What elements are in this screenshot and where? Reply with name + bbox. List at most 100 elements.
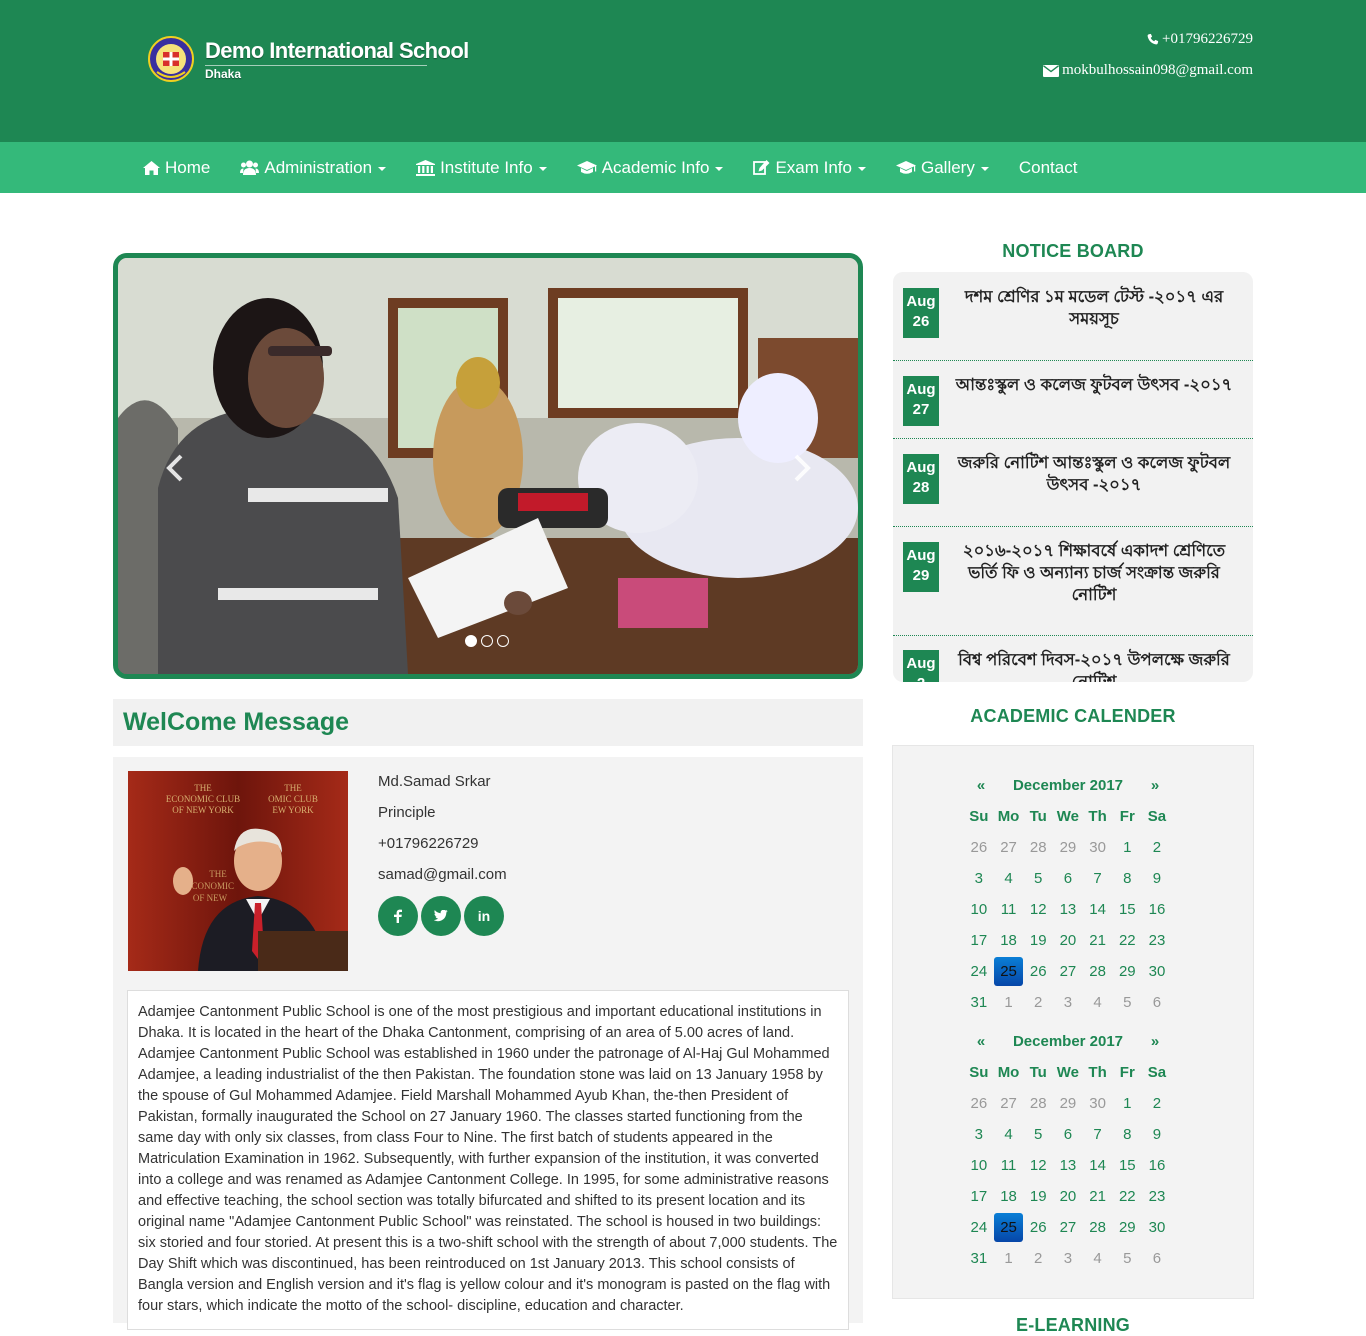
calendar-day[interactable]: 6: [1053, 1126, 1083, 1143]
calendar-day[interactable]: 28: [1083, 963, 1113, 980]
notice-item[interactable]: Aug 2 বিশ্ব পরিবেশ দিবস-২০১৭ উপলক্ষে জরু…: [893, 636, 1253, 682]
calendar-day[interactable]: 29: [1053, 839, 1083, 856]
notice-link[interactable]: ২০১৬-২০১৭ শিক্ষাবর্ষে একাদশ শ্রেণিতে ভর্…: [949, 540, 1239, 606]
calendar-day[interactable]: 28: [1023, 839, 1053, 856]
calendar-day[interactable]: 18: [994, 1188, 1024, 1205]
calendar-day[interactable]: 17: [964, 1188, 994, 1205]
notice-item[interactable]: Aug 26 দশম শ্রেণির ১ম মডেল টেস্ট -২০১৭ এ…: [893, 272, 1253, 361]
carousel-indicator[interactable]: [481, 635, 493, 647]
calendar-next-button[interactable]: »: [1138, 777, 1172, 794]
carousel-indicator[interactable]: [465, 635, 477, 647]
calendar-day[interactable]: 16: [1142, 901, 1172, 918]
calendar-day[interactable]: 12: [1023, 901, 1053, 918]
calendar-day[interactable]: 14: [1083, 901, 1113, 918]
calendar-day[interactable]: 27: [994, 839, 1024, 856]
carousel-next-icon[interactable]: [790, 453, 814, 483]
calendar-day[interactable]: 12: [1023, 1157, 1053, 1174]
calendar-day[interactable]: 30: [1083, 1095, 1113, 1112]
calendar-today[interactable]: 25: [993, 957, 1024, 986]
image-carousel[interactable]: [113, 253, 863, 679]
calendar-day[interactable]: 7: [1083, 870, 1113, 887]
calendar-day[interactable]: 23: [1142, 932, 1172, 949]
calendar-day[interactable]: 29: [1053, 1095, 1083, 1112]
calendar-prev-button[interactable]: «: [964, 777, 998, 794]
calendar-day[interactable]: 9: [1142, 1126, 1172, 1143]
calendar-day[interactable]: 27: [1053, 1219, 1083, 1236]
notice-item[interactable]: Aug 27 আন্তঃস্কুল ও কলেজ ফুটবল উৎসব -২০১…: [893, 361, 1253, 439]
calendar-day[interactable]: 30: [1083, 839, 1113, 856]
calendar-day[interactable]: 16: [1142, 1157, 1172, 1174]
school-name[interactable]: Demo International School: [205, 38, 469, 64]
calendar-day[interactable]: 2: [1142, 1095, 1172, 1112]
calendar-prev-button[interactable]: «: [964, 1033, 998, 1050]
calendar-day[interactable]: 30: [1142, 1219, 1172, 1236]
calendar-day[interactable]: 30: [1142, 963, 1172, 980]
carousel-prev-icon[interactable]: [163, 453, 187, 483]
twitter-button[interactable]: [421, 896, 461, 936]
calendar-day[interactable]: 11: [994, 901, 1024, 918]
calendar-day[interactable]: 2: [1023, 994, 1053, 1011]
calendar-day[interactable]: 1: [1112, 1095, 1142, 1112]
calendar-day[interactable]: 3: [1053, 994, 1083, 1011]
nav-administration[interactable]: Administration: [240, 158, 387, 178]
calendar-today[interactable]: 25: [993, 1213, 1024, 1242]
notice-link[interactable]: বিশ্ব পরিবেশ দিবস-২০১৭ উপলক্ষে জরুরি নোট…: [949, 649, 1239, 682]
calendar-day[interactable]: 19: [1023, 932, 1053, 949]
calendar-day[interactable]: 24: [964, 1219, 994, 1236]
calendar-day[interactable]: 29: [1112, 1219, 1142, 1236]
calendar-month-label[interactable]: December 2017: [998, 777, 1138, 794]
calendar-day[interactable]: 13: [1053, 1157, 1083, 1174]
calendar-day[interactable]: 8: [1112, 1126, 1142, 1143]
notice-item[interactable]: Aug 28 জরুরি নোটিশ আন্তঃস্কুল ও কলেজ ফুট…: [893, 439, 1253, 527]
calendar-day[interactable]: 5: [1023, 870, 1053, 887]
calendar-day[interactable]: 3: [1053, 1250, 1083, 1267]
calendar-month-label[interactable]: December 2017: [998, 1033, 1138, 1050]
calendar-day[interactable]: 15: [1112, 901, 1142, 918]
calendar-day[interactable]: 26: [964, 839, 994, 856]
nav-academic-info[interactable]: Academic Info: [576, 158, 724, 178]
calendar-day[interactable]: 21: [1083, 932, 1113, 949]
calendar-day[interactable]: 3: [964, 1126, 994, 1143]
calendar-day[interactable]: 20: [1053, 1188, 1083, 1205]
nav-institute-info[interactable]: Institute Info: [416, 158, 547, 178]
nav-gallery[interactable]: Gallery: [895, 158, 989, 178]
calendar-day[interactable]: 21: [1083, 1188, 1113, 1205]
notice-link[interactable]: দশম শ্রেণির ১ম মডেল টেস্ট -২০১৭ এর সময়স…: [949, 286, 1239, 330]
calendar-day[interactable]: 11: [994, 1157, 1024, 1174]
calendar-day[interactable]: 26: [1023, 1219, 1053, 1236]
school-logo[interactable]: [147, 32, 195, 86]
calendar-day[interactable]: 18: [994, 932, 1024, 949]
calendar-next-button[interactable]: »: [1138, 1033, 1172, 1050]
calendar-day[interactable]: 20: [1053, 932, 1083, 949]
calendar-day[interactable]: 4: [1083, 994, 1113, 1011]
header-phone[interactable]: +01796226729: [1146, 31, 1253, 48]
calendar-day[interactable]: 26: [964, 1095, 994, 1112]
calendar-day[interactable]: 31: [964, 1250, 994, 1267]
calendar-day[interactable]: 19: [1023, 1188, 1053, 1205]
calendar-day[interactable]: 23: [1142, 1188, 1172, 1205]
calendar-day[interactable]: 27: [994, 1095, 1024, 1112]
calendar-day[interactable]: 22: [1112, 932, 1142, 949]
notice-item[interactable]: Aug 29 ২০১৬-২০১৭ শিক্ষাবর্ষে একাদশ শ্রেণ…: [893, 527, 1253, 636]
carousel-indicator[interactable]: [497, 635, 509, 647]
nav-exam-info[interactable]: Exam Info: [753, 158, 866, 178]
calendar-day[interactable]: 8: [1112, 870, 1142, 887]
calendar-day[interactable]: 15: [1112, 1157, 1142, 1174]
calendar-day[interactable]: 7: [1083, 1126, 1113, 1143]
calendar-day[interactable]: 28: [1023, 1095, 1053, 1112]
calendar-day[interactable]: 6: [1142, 1250, 1172, 1267]
calendar-day[interactable]: 2: [1023, 1250, 1053, 1267]
calendar-day[interactable]: 10: [964, 1157, 994, 1174]
calendar-day[interactable]: 6: [1053, 870, 1083, 887]
calendar-day[interactable]: 1: [1112, 839, 1142, 856]
calendar-day[interactable]: 10: [964, 901, 994, 918]
calendar-day[interactable]: 5: [1112, 994, 1142, 1011]
calendar-day[interactable]: 4: [1083, 1250, 1113, 1267]
calendar-day[interactable]: 22: [1112, 1188, 1142, 1205]
calendar-day[interactable]: 14: [1083, 1157, 1113, 1174]
calendar-day[interactable]: 9: [1142, 870, 1172, 887]
calendar-day[interactable]: 29: [1112, 963, 1142, 980]
calendar-day[interactable]: 17: [964, 932, 994, 949]
calendar-day[interactable]: 26: [1023, 963, 1053, 980]
facebook-button[interactable]: [378, 896, 418, 936]
